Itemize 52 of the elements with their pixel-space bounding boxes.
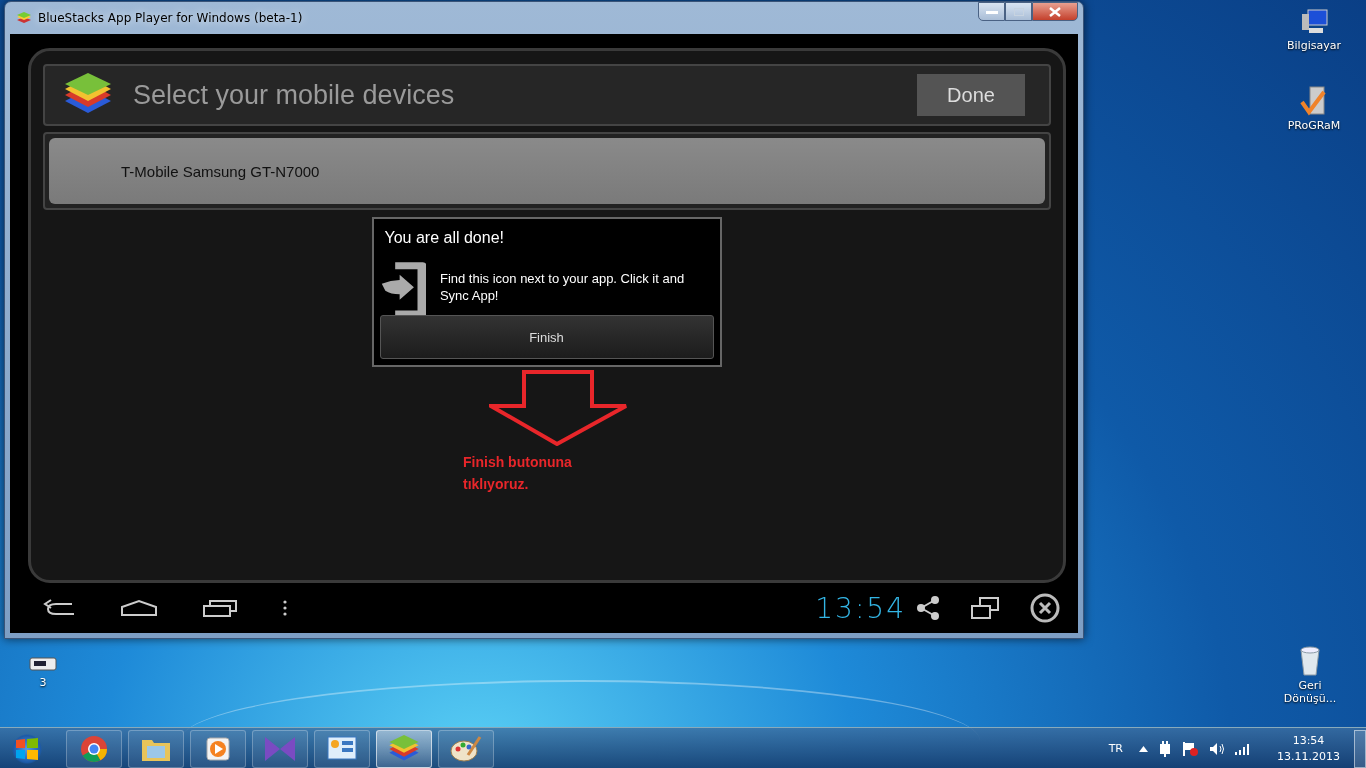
recycle-bin-icon[interactable] bbox=[1299, 646, 1321, 676]
close-icon bbox=[1049, 6, 1061, 17]
desktop-icon-label[interactable]: PRoGRaM bbox=[1287, 119, 1341, 133]
taskbar-button[interactable] bbox=[66, 729, 122, 768]
drive-icon[interactable] bbox=[29, 655, 57, 673]
taskbar-date[interactable]: 13.11.2013 bbox=[1277, 748, 1340, 765]
more-icon[interactable] bbox=[282, 599, 288, 617]
windows-logo-icon bbox=[14, 735, 40, 762]
taskbar-button[interactable] bbox=[376, 729, 432, 768]
maximize-button[interactable] bbox=[1005, 2, 1032, 21]
taskbar-button[interactable] bbox=[128, 729, 184, 768]
layers-logo-icon bbox=[16, 11, 32, 25]
windows-icon[interactable] bbox=[970, 596, 1000, 620]
window-title: BlueStacks App Player for Windows (beta-1) bbox=[38, 11, 303, 25]
language-indicator[interactable]: TR bbox=[1108, 742, 1123, 755]
round-browser-icon bbox=[80, 734, 108, 763]
close-circle-icon[interactable] bbox=[1030, 593, 1060, 623]
power-plug-icon[interactable] bbox=[1158, 740, 1172, 757]
maximize-icon bbox=[1013, 7, 1024, 16]
play-icon bbox=[204, 734, 232, 763]
taskbar-time[interactable]: 13:54 bbox=[1292, 732, 1325, 749]
show-desktop-button[interactable] bbox=[1354, 729, 1366, 768]
home-icon[interactable] bbox=[120, 599, 158, 617]
status-clock: 13:54 bbox=[815, 591, 906, 625]
minimize-button[interactable] bbox=[978, 2, 1005, 21]
annotation-text: Finish butonuna tıklıyoruz. bbox=[463, 453, 573, 494]
share-icon[interactable] bbox=[916, 596, 940, 620]
computer-icon[interactable] bbox=[1299, 8, 1329, 36]
screen-title: Select your mobile devices bbox=[133, 79, 455, 111]
recent-apps-icon[interactable] bbox=[202, 598, 238, 618]
taskbar-button[interactable] bbox=[190, 729, 246, 768]
bowtie-icon bbox=[263, 734, 297, 763]
taskbar-button[interactable] bbox=[438, 729, 494, 768]
finish-button[interactable]: Finish bbox=[379, 315, 714, 359]
desktop-icon-label[interactable]: Bilgisayar bbox=[1287, 39, 1341, 53]
taskbar-button[interactable] bbox=[314, 729, 370, 768]
dialog-message: Find this icon next to your app. Click it and Sync App! bbox=[439, 270, 686, 305]
back-icon[interactable] bbox=[42, 599, 76, 617]
desktop-icon-label[interactable]: 3 bbox=[39, 676, 47, 690]
layers-logo-icon bbox=[387, 734, 421, 763]
close-button[interactable] bbox=[1032, 2, 1078, 21]
palette-icon bbox=[450, 734, 482, 763]
done-button[interactable]: Done bbox=[917, 74, 1025, 116]
device-list-item[interactable]: T-Mobile Samsung GT-N7000 bbox=[49, 138, 1045, 204]
desktop-icon-label[interactable]: Geri Dönüşü... bbox=[1279, 679, 1341, 706]
server-check-icon[interactable] bbox=[1300, 86, 1328, 116]
signal-bars-icon[interactable] bbox=[1235, 742, 1251, 755]
flag-error-icon[interactable] bbox=[1182, 740, 1199, 757]
speaker-icon[interactable] bbox=[1209, 741, 1225, 756]
control-panel-icon bbox=[327, 735, 357, 762]
up-arrow-icon[interactable] bbox=[1139, 745, 1148, 752]
dialog-title: You are all done! bbox=[383, 229, 505, 247]
